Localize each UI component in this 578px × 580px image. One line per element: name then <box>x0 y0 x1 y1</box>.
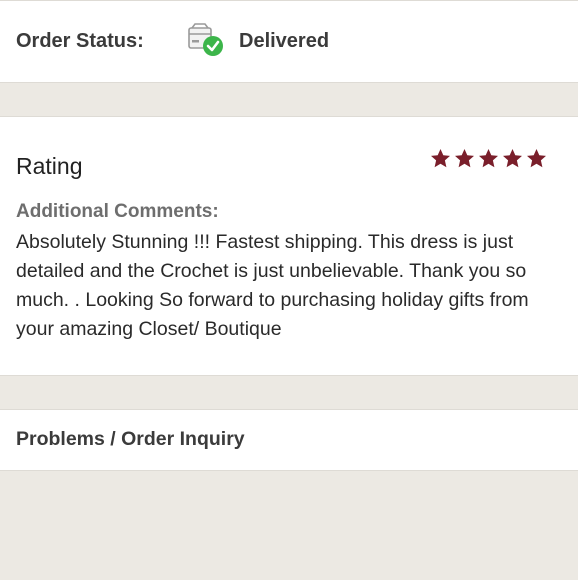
star-icon <box>431 149 450 168</box>
order-status-value: Delivered <box>239 30 330 52</box>
star-icon <box>503 149 522 168</box>
order-status-card: Order Status: Delivered <box>0 0 578 83</box>
order-status-label: Order Status: <box>16 30 144 52</box>
rating-title: Rating <box>16 153 83 179</box>
problems-order-inquiry-label: Problems / Order Inquiry <box>16 428 245 450</box>
additional-comments-label: Additional Comments: <box>16 201 219 222</box>
rating-card: Rating Additional Comments: Absolutely S… <box>0 116 578 376</box>
star-icon <box>455 149 474 168</box>
package-delivered-icon <box>186 22 226 58</box>
star-rating <box>430 148 547 169</box>
additional-comments-text: Absolutely Stunning !!! Fastest shipping… <box>16 231 529 340</box>
problems-order-inquiry-row[interactable]: Problems / Order Inquiry <box>0 409 578 471</box>
star-icon <box>527 149 546 168</box>
star-icon <box>479 149 498 168</box>
